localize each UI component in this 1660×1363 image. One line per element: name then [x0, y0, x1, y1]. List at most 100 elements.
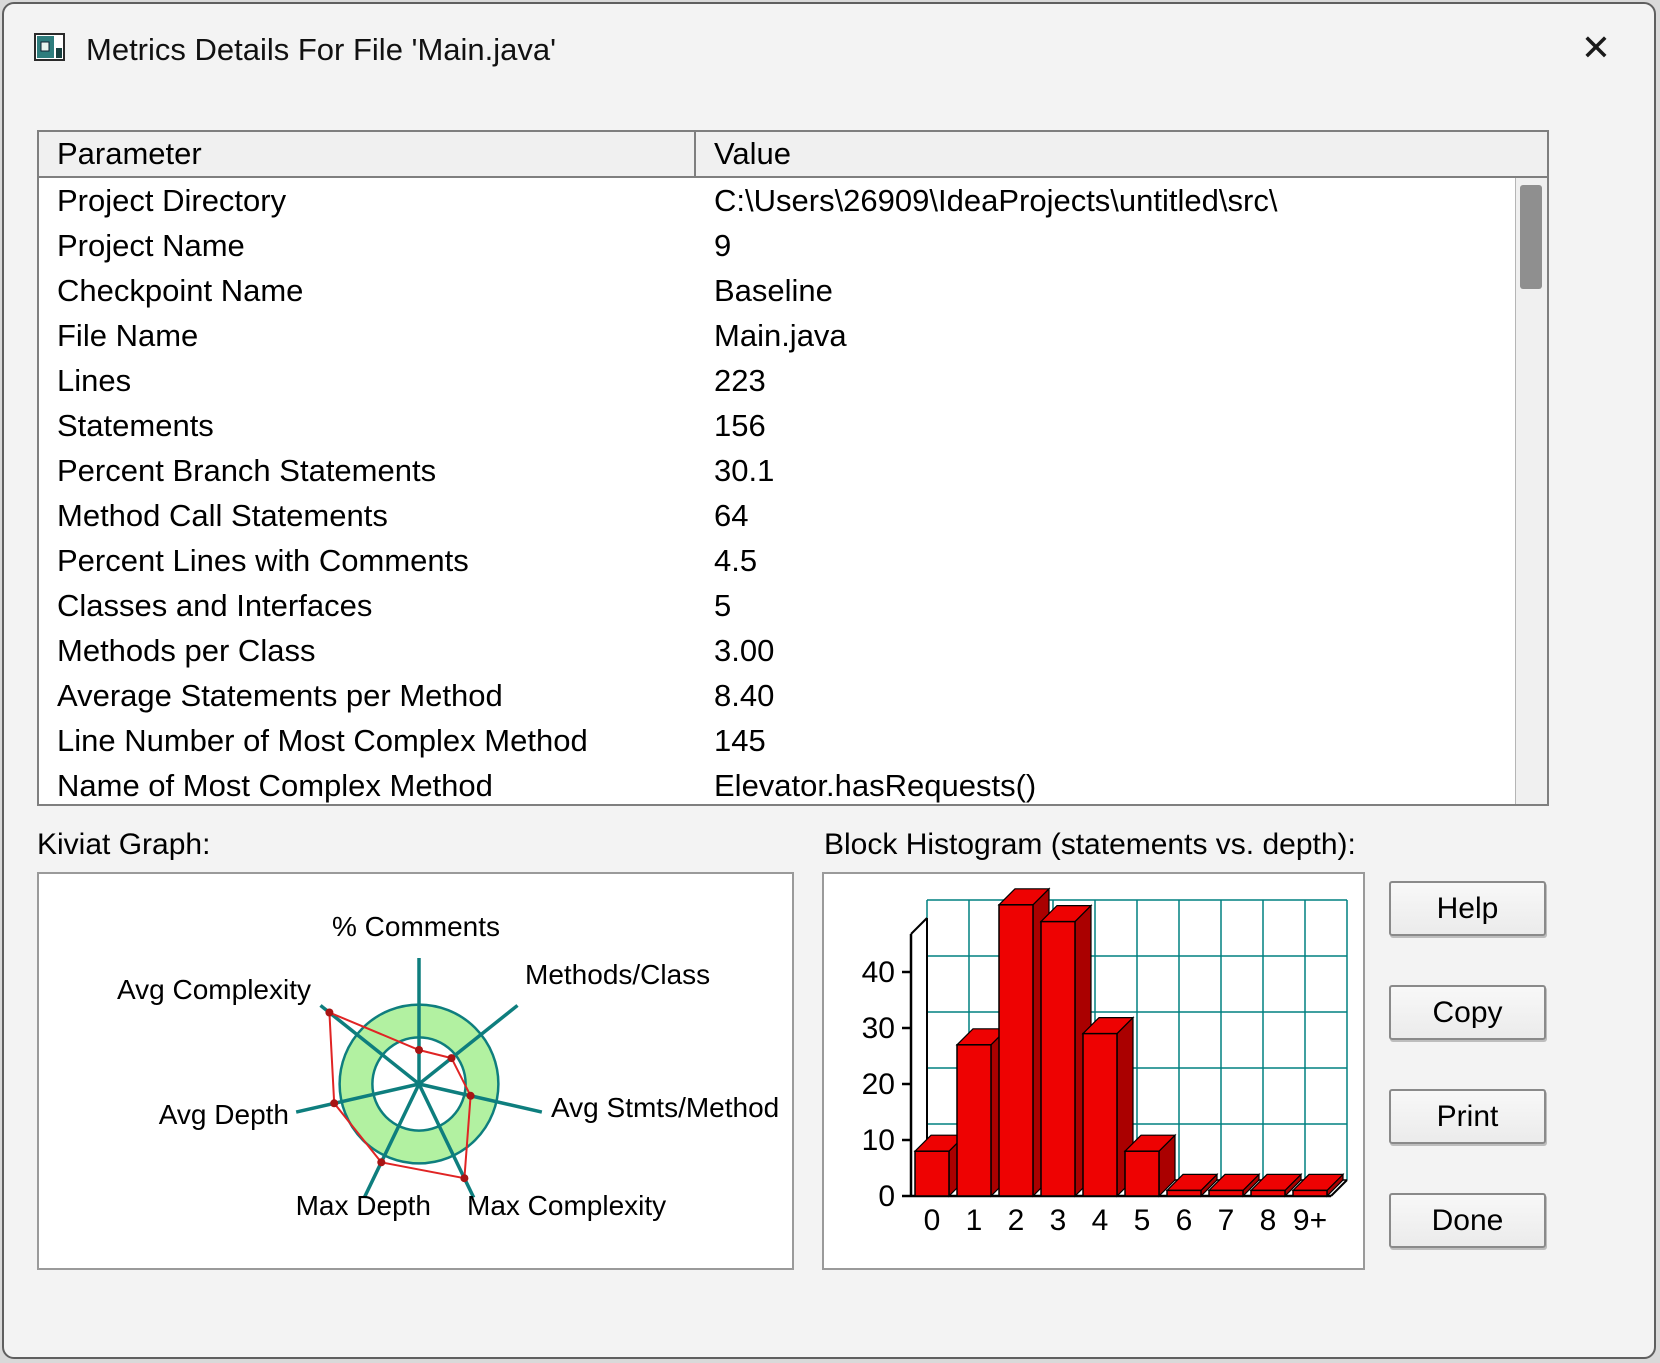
bar [998, 904, 1034, 1197]
table-row: Statements 156 [39, 403, 1516, 448]
kiviat-data-point [330, 1099, 339, 1108]
value-cell: Main.java [714, 318, 847, 353]
kiviat-axis-label: Avg Depth [159, 1099, 289, 1130]
scrollbar-thumb[interactable] [1520, 185, 1542, 289]
table-row: Average Statements per Method 8.40 [39, 673, 1516, 718]
value-cell: Elevator.hasRequests() [714, 768, 1037, 803]
table-row: Line Number of Most Complex Method 145 [39, 718, 1516, 763]
header-parameter[interactable]: Parameter [39, 132, 696, 176]
x-tick-label: 1 [966, 1204, 983, 1237]
value-cell: 145 [714, 723, 766, 758]
param-cell: Project Name [57, 228, 245, 263]
value-cell: 30.1 [714, 453, 775, 488]
kiviat-data-point [377, 1158, 386, 1167]
help-button[interactable]: Help [1389, 881, 1546, 936]
param-cell: Line Number of Most Complex Method [57, 723, 588, 758]
bar [1040, 920, 1076, 1197]
value-cell: C:\Users\26909\IdeaProjects\untitled\src… [714, 183, 1278, 218]
param-cell: Classes and Interfaces [57, 588, 373, 623]
table-row: Method Call Statements 64 [39, 493, 1516, 538]
kiviat-data-point [466, 1091, 475, 1100]
x-tick-label: 6 [1176, 1204, 1193, 1237]
param-cell: Average Statements per Method [57, 678, 503, 713]
value-cell: 5 [714, 588, 732, 623]
close-icon: ✕ [1580, 27, 1612, 68]
param-cell: Project Directory [57, 183, 287, 218]
value-cell: Baseline [714, 273, 833, 308]
x-tick-label: 0 [924, 1204, 941, 1237]
table-row: Percent Branch Statements 30.1 [39, 448, 1516, 493]
kiviat-data-point [447, 1054, 456, 1063]
kiviat-axis-label: Max Depth [296, 1190, 431, 1221]
kiviat-data-point [415, 1046, 423, 1054]
table-scrollbar[interactable] [1515, 178, 1547, 804]
table-row: Classes and Interfaces 5 [39, 583, 1516, 628]
param-cell: Methods per Class [57, 633, 316, 668]
table-row: Checkpoint Name Baseline [39, 268, 1516, 313]
x-tick-label: 8 [1260, 1204, 1277, 1237]
param-cell: Percent Branch Statements [57, 453, 437, 488]
bar [914, 1150, 950, 1197]
window-title: Metrics Details For File 'Main.java' [86, 32, 557, 67]
y-tick-label: 30 [862, 1012, 895, 1045]
y-axis-top-slant [910, 917, 928, 935]
x-tick-label: 9+ [1293, 1204, 1327, 1237]
x-tick-label: 5 [1134, 1204, 1151, 1237]
title-bar: Metrics Details For File 'Main.java' ✕ [4, 4, 1654, 96]
bar [1250, 1189, 1286, 1197]
x-tick-label: 4 [1092, 1204, 1109, 1237]
bar [1166, 1189, 1202, 1197]
param-cell: Method Call Statements [57, 498, 388, 533]
table-row: Project Directory C:\Users\26909\IdeaProj… [39, 178, 1516, 223]
value-cell: 8.40 [714, 678, 775, 713]
kiviat-axis-label: Avg Stmts/Method [551, 1092, 779, 1123]
done-button[interactable]: Done [1389, 1193, 1546, 1248]
param-cell: Name of Most Complex Method [57, 768, 493, 803]
kiviat-section-label: Kiviat Graph: [37, 828, 211, 861]
metrics-table-body: Project Directory C:\Users\26909\IdeaProj… [39, 178, 1516, 804]
y-tick-label: 10 [862, 1124, 895, 1157]
metrics-details-dialog: Metrics Details For File 'Main.java' ✕ P… [2, 2, 1656, 1359]
kiviat-data-point [325, 1008, 334, 1017]
y-tick-label: 20 [862, 1068, 895, 1101]
kiviat-axis-label: % Comments [332, 911, 500, 942]
kiviat-axis-label: Max Complexity [467, 1190, 666, 1221]
kiviat-chart: % Comments Methods/Class Avg Stmts/Method M… [117, 911, 779, 1221]
copy-button[interactable]: Copy [1389, 985, 1546, 1040]
kiviat-panel: % Comments Methods/Class Avg Stmts/Method M… [37, 872, 794, 1270]
x-tick-label: 7 [1218, 1204, 1235, 1237]
print-button[interactable]: Print [1389, 1089, 1546, 1144]
close-button[interactable]: ✕ [1568, 22, 1624, 74]
value-cell: 64 [714, 498, 749, 533]
histogram-chart: 0102030400 1 2 3 4 5 6 7 8 9+ [862, 887, 1348, 1237]
bar [1208, 1189, 1244, 1197]
table-row: Percent Lines with Comments 4.5 [39, 538, 1516, 583]
bar [1082, 1032, 1118, 1197]
param-cell: Lines [57, 363, 132, 398]
param-cell: File Name [57, 318, 199, 353]
x-tick-label: 3 [1050, 1204, 1067, 1237]
value-cell: 223 [714, 363, 766, 398]
kiviat-axis-label: Methods/Class [525, 959, 710, 990]
table-header: Parameter Value [39, 132, 1547, 178]
table-row: Name of Most Complex Method Elevator.hasR… [39, 763, 1516, 804]
table-row: Lines 223 [39, 358, 1516, 403]
bar [1292, 1189, 1328, 1197]
metrics-table: Parameter Value Project Directory C:\User… [37, 130, 1549, 806]
value-cell: 9 [714, 228, 732, 263]
bar [956, 1044, 992, 1197]
table-row: Project Name 9 [39, 223, 1516, 268]
param-cell: Percent Lines with Comments [57, 543, 469, 578]
histogram-section-label: Block Histogram (statements vs. depth): [824, 828, 1356, 861]
y-tick-label: 0 [878, 1180, 895, 1213]
table-row: File Name Main.java [39, 313, 1516, 358]
param-cell: Statements [57, 408, 214, 443]
app-icon [34, 33, 65, 61]
value-cell: 4.5 [714, 543, 758, 578]
table-row: Methods per Class 3.00 [39, 628, 1516, 673]
kiviat-data-point [460, 1174, 469, 1183]
header-value[interactable]: Value [696, 132, 1547, 176]
value-cell: 3.00 [714, 633, 775, 668]
value-cell: 156 [714, 408, 766, 443]
bar [1124, 1150, 1160, 1197]
